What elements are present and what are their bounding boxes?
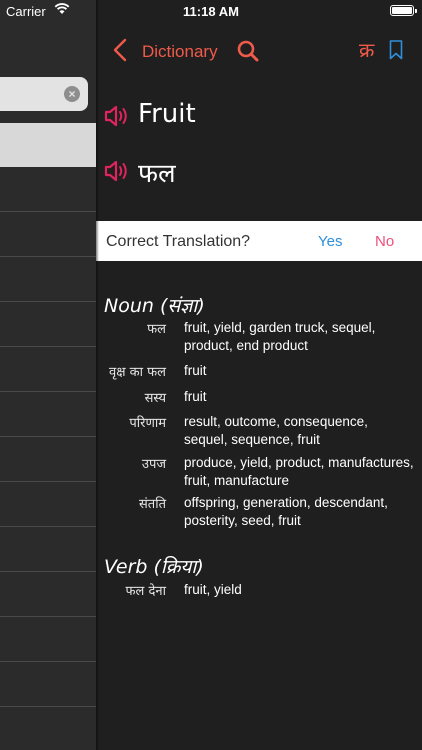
feedback-question: Correct Translation?	[106, 233, 251, 250]
list-separator	[0, 391, 96, 392]
word-detail-panel: Dictionary क्र Fruit फल Correct Translat…	[96, 0, 422, 750]
language-toggle-icon[interactable]: क्र	[359, 36, 374, 63]
english-word: Fruit	[138, 99, 196, 129]
hindi-term: संतति	[139, 497, 166, 512]
no-button[interactable]: No	[375, 233, 394, 250]
status-bar: Carrier 11:18 AM	[0, 0, 422, 22]
list-separator	[0, 616, 96, 617]
list-separator	[0, 661, 96, 662]
bookmark-icon[interactable]	[389, 40, 403, 60]
hindi-term: फल देना	[125, 584, 166, 599]
yes-button[interactable]: Yes	[318, 233, 342, 250]
speaker-icon[interactable]	[104, 159, 130, 183]
hindi-term: सस्य	[144, 391, 166, 406]
list-separator	[0, 211, 96, 212]
hindi-word: फल	[138, 159, 176, 189]
search-icon[interactable]	[236, 39, 260, 63]
list-separator	[0, 706, 96, 707]
list-separator	[0, 436, 96, 437]
list-separator	[0, 481, 96, 482]
clear-icon[interactable]: ×	[64, 86, 80, 102]
hindi-term: परिणाम	[129, 416, 166, 431]
english-meanings: fruit, yield	[184, 582, 242, 597]
battery-icon	[390, 5, 417, 16]
english-meanings: fruit	[184, 389, 207, 404]
noun-heading: Noun (संज्ञा)	[104, 295, 205, 317]
hindi-term: फल	[147, 322, 166, 337]
translation-feedback-bar: Correct Translation? Yes No	[96, 221, 422, 261]
app-screen: Carrier 11:18 AM × Dictionary क्र Fruit …	[0, 0, 422, 750]
selected-list-item[interactable]	[0, 123, 96, 167]
english-meanings: result, outcome, consequence, sequel, se…	[184, 414, 368, 447]
list-separator	[0, 346, 96, 347]
hindi-term: उपज	[141, 457, 166, 472]
list-separator	[0, 256, 96, 257]
verb-heading: Verb (क्रिया)	[104, 556, 204, 578]
clock: 11:18 AM	[183, 4, 239, 19]
word-list-sidebar: ×	[0, 0, 96, 750]
english-word-row: Fruit	[96, 95, 422, 135]
english-meanings: fruit, yield, garden truck, sequel, prod…	[184, 320, 376, 353]
english-meanings: produce, yield, product, manufactures, f…	[184, 455, 414, 488]
english-meanings: offspring, generation, descendant, poste…	[184, 495, 388, 528]
english-meanings: fruit	[184, 363, 207, 378]
hindi-word-row: फल	[96, 150, 422, 190]
list-separator	[0, 571, 96, 572]
navigation-bar: Dictionary क्र	[96, 22, 422, 72]
speaker-icon[interactable]	[104, 104, 130, 128]
list-separator	[0, 526, 96, 527]
back-button-label[interactable]: Dictionary	[142, 42, 218, 62]
list-separator	[0, 301, 96, 302]
panel-shadow	[96, 0, 99, 750]
hindi-term: वृक्ष का फल	[108, 365, 166, 380]
chevron-left-icon[interactable]	[112, 38, 128, 62]
